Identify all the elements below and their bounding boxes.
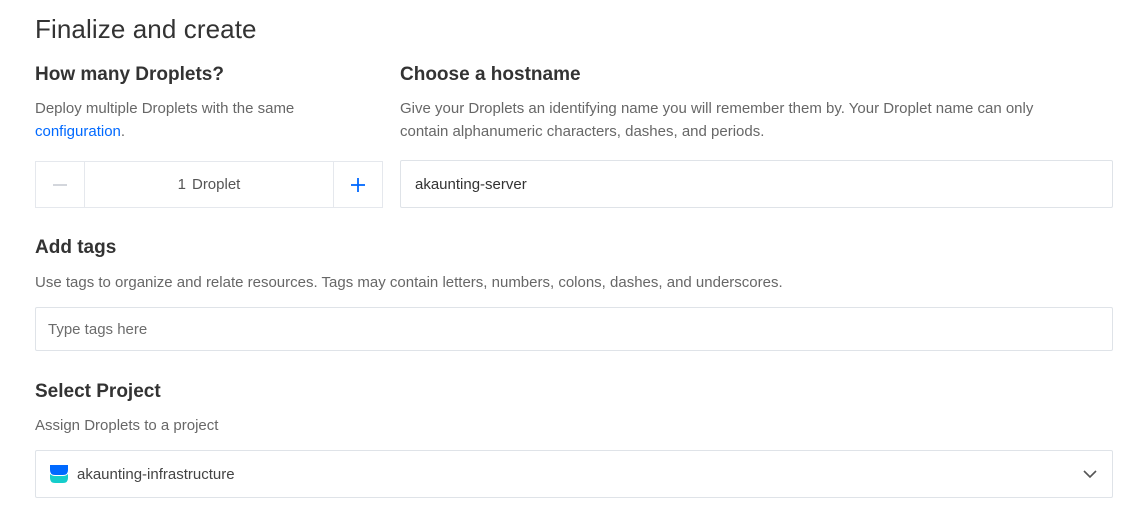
- hostname-description: Give your Droplets an identifying name y…: [400, 97, 1120, 143]
- hostname-heading: Choose a hostname: [400, 64, 581, 85]
- tags-heading: Add tags: [35, 237, 117, 258]
- project-icon: [50, 465, 68, 483]
- droplet-count-heading: How many Droplets?: [35, 64, 224, 85]
- project-select[interactable]: akaunting-infrastructure: [35, 450, 1113, 498]
- droplet-quantity-value: 1 Droplet: [85, 162, 333, 207]
- decrement-button[interactable]: [36, 162, 85, 207]
- droplet-quantity-stepper: 1 Droplet: [35, 161, 383, 208]
- tags-input-placeholder: Type tags here: [48, 320, 148, 338]
- hostname-input[interactable]: akaunting-server: [400, 160, 1113, 208]
- hostname-desc-line1: Give your Droplets an identifying name y…: [400, 100, 1034, 117]
- droplet-quantity-number: 1: [177, 176, 186, 193]
- chevron-down-icon: [1083, 470, 1097, 479]
- tags-input[interactable]: Type tags here: [35, 307, 1113, 351]
- project-description: Assign Droplets to a project: [35, 417, 219, 434]
- hostname-input-value: akaunting-server: [415, 175, 527, 193]
- droplet-count-desc-text: Deploy multiple Droplets with the same: [35, 100, 295, 117]
- plus-icon: [351, 177, 365, 192]
- page-title: Finalize and create: [35, 14, 257, 44]
- droplet-count-description: Deploy multiple Droplets with the same c…: [35, 97, 355, 143]
- droplet-quantity-unit: Droplet: [191, 176, 241, 193]
- droplet-count-desc-end: .: [120, 123, 126, 140]
- hostname-desc-line2: contain alphanumeric characters, dashes,…: [400, 123, 765, 140]
- project-select-value: akaunting-infrastructure: [77, 465, 235, 483]
- project-heading: Select Project: [35, 381, 161, 402]
- tags-description: Use tags to organize and relate resource…: [35, 274, 783, 291]
- configuration-link[interactable]: configuration: [35, 123, 121, 140]
- increment-button[interactable]: [333, 162, 382, 207]
- minus-icon: [53, 183, 67, 186]
